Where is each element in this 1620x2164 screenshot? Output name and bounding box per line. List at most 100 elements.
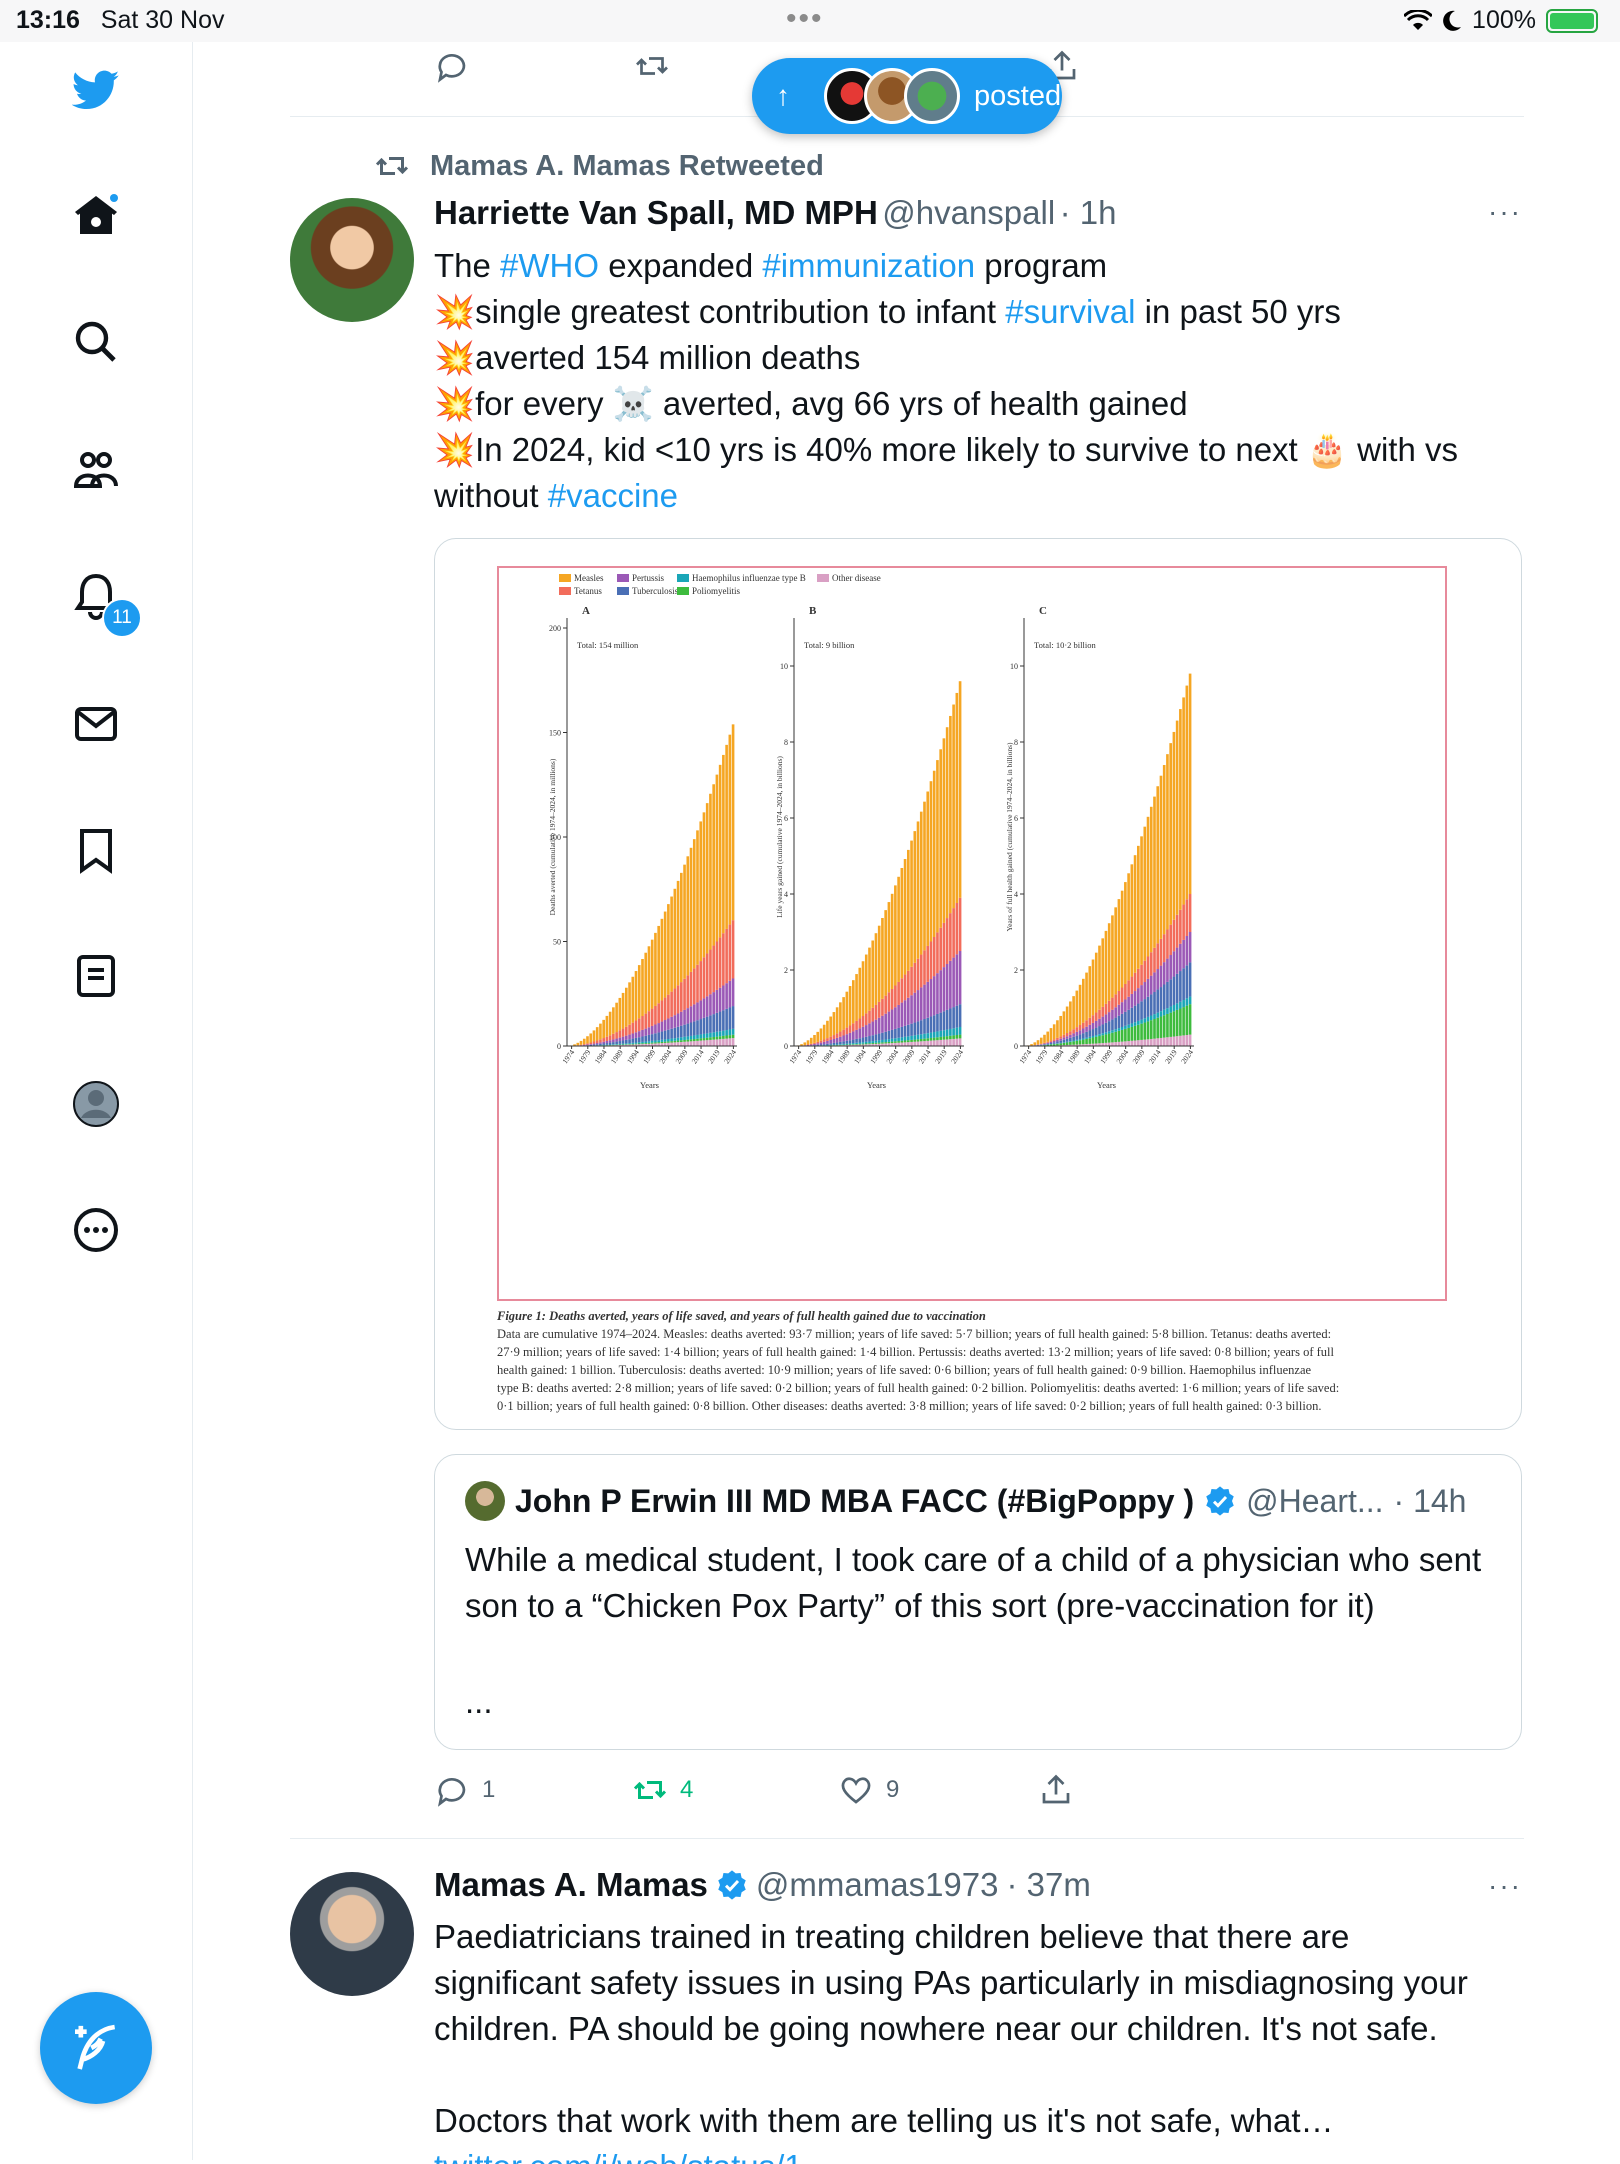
chart-bar [690,972,693,1006]
chart-bar [871,1008,874,1022]
quote-tweet[interactable]: John P Erwin III MD MBA FACC (#BigPoppy … [434,1454,1522,1750]
y-tick-label: 0 [784,1042,788,1051]
chart-bar [959,951,962,1004]
chart-bar [910,841,913,967]
retweet-icon[interactable] [634,48,670,84]
chart-bar [641,1036,644,1041]
author-name[interactable]: Mamas A. Mamas [434,1866,708,1904]
more-circle-icon[interactable] [66,1200,126,1260]
chart-bar [881,1042,884,1043]
hashtag-link[interactable]: #WHO [500,247,599,284]
new-posts-pill[interactable]: ↑ posted [752,58,1062,134]
chart-bar [716,1037,719,1040]
chart-bar [619,1030,622,1037]
chart-bar [1088,1018,1091,1025]
chart-bar [1043,1044,1046,1045]
chart-bar [703,1034,706,1038]
chart-bar [1101,1024,1104,1033]
share-button[interactable] [1038,1772,1074,1808]
x-tick-label: 2019 [706,1048,722,1066]
chart-bar [615,1032,618,1038]
chart-bar [725,1035,728,1038]
chart-bar [846,1028,849,1035]
hashtag-link[interactable]: #survival [1005,293,1135,330]
multitasking-dots-icon[interactable]: ••• [786,2,824,36]
chart-bar [729,1038,732,1046]
chart-bar [1134,1026,1137,1041]
tweet-link[interactable]: twitter.com/i/web/status/1... [434,2144,1534,2164]
chart-bar [833,1043,836,1045]
avatar[interactable] [290,1872,414,1996]
posted-avatars [824,68,960,124]
y-axis-label: Deaths averted (cumulative 1974–2024, in… [548,758,557,915]
chart-bar [878,1002,881,1018]
chart-bar [712,1040,715,1046]
chart-bar [810,1045,813,1046]
chart-bar [1156,1018,1159,1039]
home-icon[interactable] [66,186,126,246]
chart-bar [846,1034,849,1041]
chart-bar [674,1041,677,1043]
compose-tweet-button[interactable] [40,1992,152,2104]
tweet-time[interactable]: · 37m [1007,1866,1091,1904]
communities-icon[interactable] [66,440,126,500]
author-name[interactable]: Harriette Van Spall, MD MPH [434,194,878,231]
like-button[interactable]: 9 [838,1772,899,1808]
chart-bar [1169,979,1172,1006]
author-handle[interactable]: @hvanspall [882,194,1055,231]
chart-bar [862,1038,865,1043]
chart-bar [1085,1032,1088,1038]
chart-bar [1072,1033,1075,1036]
chart-bar [829,1037,832,1040]
bookmark-icon[interactable] [66,820,126,880]
chart-bar [683,865,686,979]
arrow-up-icon: ↑ [776,80,790,112]
chart-bar [674,1042,677,1046]
chart-bar [1066,1036,1069,1039]
chart-bar [1153,1014,1156,1019]
chart-bar [917,821,920,958]
hashtag-link[interactable]: #vaccine [548,477,678,514]
twitter-bird-icon[interactable] [66,60,126,120]
messages-envelope-icon[interactable] [66,694,126,754]
tweet-line: significant safety issues in using PAs p… [434,1960,1534,2006]
chart-bar [722,933,725,985]
x-tick-label: 2009 [674,1048,690,1066]
chart-bar [1056,1044,1059,1046]
chart-bar [686,1042,689,1046]
chart-bar [619,1038,622,1041]
chart-bar [936,1014,939,1031]
chart-bar [1137,969,1140,988]
heart-icon [838,1772,874,1808]
more-options-icon[interactable]: ··· [1488,1870,1522,1902]
reply-button[interactable]: 1 [434,1772,495,1808]
chart-bar [904,1000,907,1026]
avatar[interactable] [290,198,414,322]
chart-bar [1160,1011,1163,1016]
chart-bar [813,1044,816,1045]
chart-bar [599,1024,602,1040]
chart-bar [862,1016,865,1027]
chart-bar [1053,1042,1056,1044]
chart-bar [1189,1004,1192,1034]
chart-bar [716,1039,719,1046]
chart-bar [946,1036,949,1039]
retweet-button[interactable]: 4 [632,1772,693,1808]
chart-bar [1037,1040,1040,1044]
chart-bar [1127,873,1130,980]
hashtag-link[interactable]: #immunization [762,247,975,284]
caption-line: Data are cumulative 1974–2024. Measles: … [497,1325,1457,1343]
profile-avatar-icon[interactable] [66,1074,126,1134]
tweet-line: 💥single greatest contribution to infant … [434,289,1534,335]
author-handle[interactable]: @mmamas1973 [756,1866,999,1904]
chart-bar [865,1025,868,1037]
tweet-time[interactable]: · 1h [1060,194,1117,231]
search-icon[interactable] [66,312,126,372]
tweet-image[interactable]: MeaslesTetanusPertussisTuberculosisHaemo… [434,538,1522,1430]
chart-bar [1079,1034,1082,1039]
reply-icon[interactable] [434,48,470,84]
lists-icon[interactable] [66,946,126,1006]
more-options-icon[interactable]: ··· [1488,196,1522,228]
chart-bar [839,1037,842,1042]
retweet-context[interactable]: Mamas A. Mamas Retweeted [374,148,824,184]
